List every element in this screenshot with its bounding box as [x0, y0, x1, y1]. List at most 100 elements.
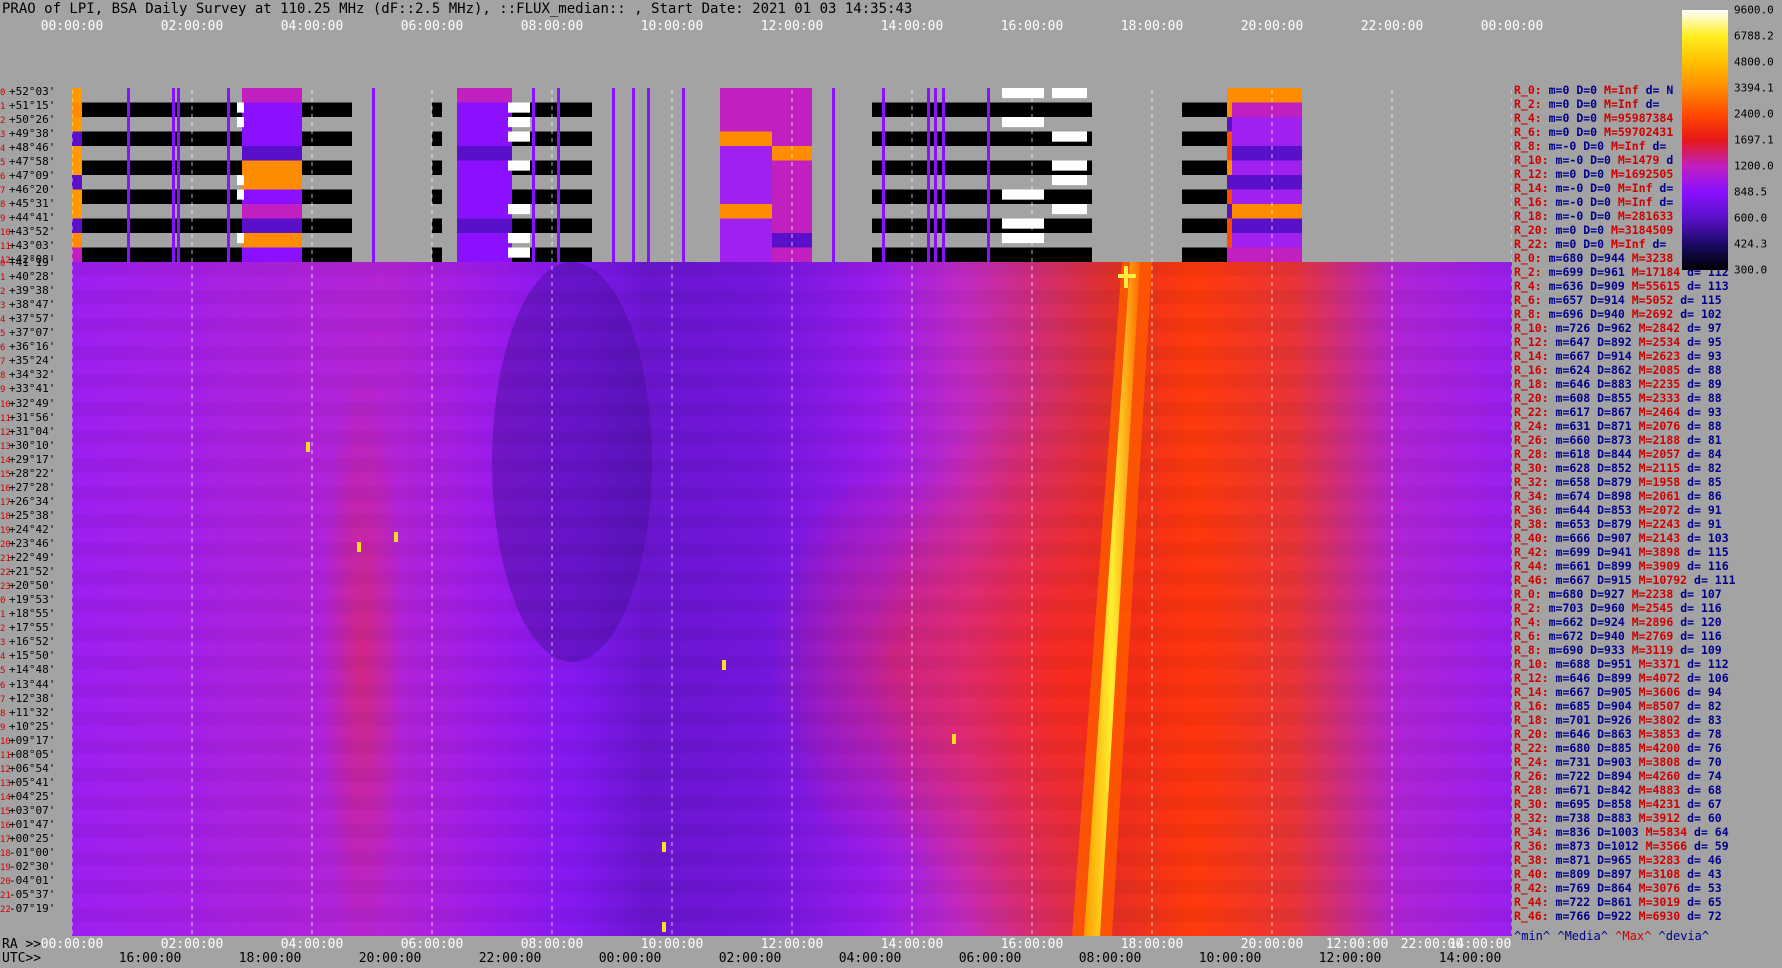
top-band-colored-cell	[457, 247, 512, 262]
dec-value: +15°50'	[9, 649, 56, 663]
stat-row-id: R_16:	[1514, 195, 1556, 209]
dec-value: +39°38'	[9, 284, 56, 298]
dec-label: 3 +16°52'	[0, 635, 55, 650]
stat-dev: d= 91	[1687, 503, 1722, 517]
dec-row-index: 12	[0, 764, 11, 775]
stat-row: R_4: m=0 D=0 M=95987384	[1514, 112, 1673, 125]
stat-dev: d= 91	[1687, 517, 1722, 531]
top-band-cell	[507, 218, 592, 233]
stat-max: M=2143	[1638, 531, 1688, 545]
top-band-stripe	[934, 88, 937, 262]
dec-row-index: 3	[0, 301, 6, 312]
top-band-white-cell	[237, 117, 244, 128]
utc-tick-label: 18:00:00	[238, 951, 302, 966]
stat-median: D=940	[1590, 307, 1632, 321]
stat-median: D=933	[1590, 643, 1632, 657]
stat-row: R_30: m=695 D=858 M=4231 d= 67	[1514, 798, 1722, 811]
ra-tick-label: 14:00:00	[880, 937, 944, 952]
dec-label: 1 +51°15'	[0, 99, 55, 114]
top-band-cell	[72, 117, 352, 132]
top-band-colored-cell	[242, 88, 302, 103]
stat-row-id: R_34:	[1514, 489, 1556, 503]
dec-value: +26°34'	[9, 494, 56, 508]
top-band-colored-cell	[720, 247, 772, 262]
stat-row: R_42: m=769 D=864 M=3076 d= 53	[1514, 882, 1722, 895]
dec-value: +06°54'	[9, 761, 56, 775]
stat-min: m=0	[1555, 237, 1584, 251]
stat-row-id: R_10:	[1514, 657, 1556, 671]
top-band-stripe	[227, 88, 230, 262]
dec-value: +12°38'	[9, 691, 56, 705]
dec-label: 2 +17°55'	[0, 621, 55, 636]
legend-min: ^min^	[1514, 929, 1551, 943]
dec-value: -01°00'	[9, 846, 56, 860]
dec-value: +18°55'	[9, 607, 56, 621]
dec-value: +27°28'	[9, 480, 56, 494]
dec-label: 9 +10°25'	[0, 720, 55, 735]
stat-median: D=0	[1576, 111, 1605, 125]
dec-label: 8 +11°32'	[0, 706, 55, 721]
stat-max: M=1479	[1617, 153, 1667, 167]
top-band-colored-cell	[72, 175, 82, 190]
utc-tick-label: 12:00:00	[1318, 951, 1382, 966]
stat-dev: d= 116	[1680, 629, 1722, 643]
dec-value: +00°25'	[9, 832, 56, 846]
top-band-colored-cell	[457, 218, 512, 233]
stat-min: m=696	[1548, 307, 1591, 321]
top-band-cell	[72, 160, 352, 175]
stat-max: M=2623	[1638, 349, 1688, 363]
dec-row-index: 14	[0, 792, 11, 803]
top-band-colored-cell	[457, 175, 512, 190]
dec-label: 13+05°41'	[0, 776, 55, 791]
stat-min: m=631	[1555, 419, 1598, 433]
top-band-cell	[432, 204, 442, 219]
colorbar-label: 424.3	[1734, 237, 1768, 251]
stat-row: R_20: m=608 D=855 M=2333 d= 88	[1514, 392, 1722, 405]
stat-min: m=703	[1548, 601, 1591, 615]
dec-value: +10°25'	[9, 719, 56, 733]
top-band-white-cell	[508, 117, 530, 128]
stat-max: M=3184509	[1610, 223, 1674, 237]
stat-row: R_8: m=690 D=933 M=3119 d= 109	[1514, 644, 1722, 657]
dec-label: 11+43°03'	[0, 239, 55, 254]
dec-label: 15+28°22'	[0, 467, 55, 482]
dec-label: 7 +12°38'	[0, 692, 55, 707]
dec-row-index: 11	[0, 750, 11, 761]
dec-row-index: 13	[0, 778, 11, 789]
stat-row-id: R_44:	[1514, 895, 1556, 909]
top-band-colored-cell	[1232, 175, 1302, 190]
stat-max: M=3808	[1638, 755, 1688, 769]
dec-label: 5 +37°07'	[0, 326, 55, 341]
top-band-cell	[432, 247, 442, 262]
stat-row-id: R_6:	[1514, 629, 1549, 643]
dec-row-index: 5	[0, 329, 6, 340]
stat-dev: d= 86	[1687, 489, 1722, 503]
top-tick-label: 04:00:00	[280, 19, 344, 34]
stat-min: m=0	[1555, 223, 1584, 237]
stat-row: R_22: m=680 D=885 M=4200 d= 76	[1514, 742, 1722, 755]
stat-row-id: R_18:	[1514, 377, 1556, 391]
stat-min: m=701	[1555, 713, 1598, 727]
stat-max: M=6930	[1638, 909, 1688, 923]
stat-row: R_32: m=658 D=879 M=1958 d= 85	[1514, 476, 1722, 489]
dec-row-index: 10	[0, 736, 11, 747]
stat-median: D=914	[1597, 349, 1639, 363]
stat-median: D=871	[1597, 419, 1639, 433]
stat-row-id: R_28:	[1514, 783, 1556, 797]
stat-median: D=940	[1590, 629, 1632, 643]
dec-row-index: 6	[0, 680, 6, 691]
top-band-cell	[72, 146, 352, 161]
stat-max: M=2238	[1631, 587, 1681, 601]
dec-value: +13°44'	[9, 677, 56, 691]
stat-max: M=1958	[1638, 475, 1688, 489]
stat-row-id: R_4:	[1514, 279, 1549, 293]
stat-median: D=907	[1597, 531, 1639, 545]
stat-median: D=861	[1597, 895, 1639, 909]
top-band-colored-cell	[72, 146, 82, 161]
stat-row-id: R_30:	[1514, 797, 1556, 811]
stat-row: R_28: m=671 D=842 M=4883 d= 68	[1514, 784, 1722, 797]
top-band-white-cell	[508, 247, 530, 258]
stat-row: R_44: m=661 D=899 M=3909 d= 116	[1514, 560, 1729, 573]
stat-row-id: R_30:	[1514, 461, 1556, 475]
dec-label: 4 +37°57'	[0, 312, 55, 327]
